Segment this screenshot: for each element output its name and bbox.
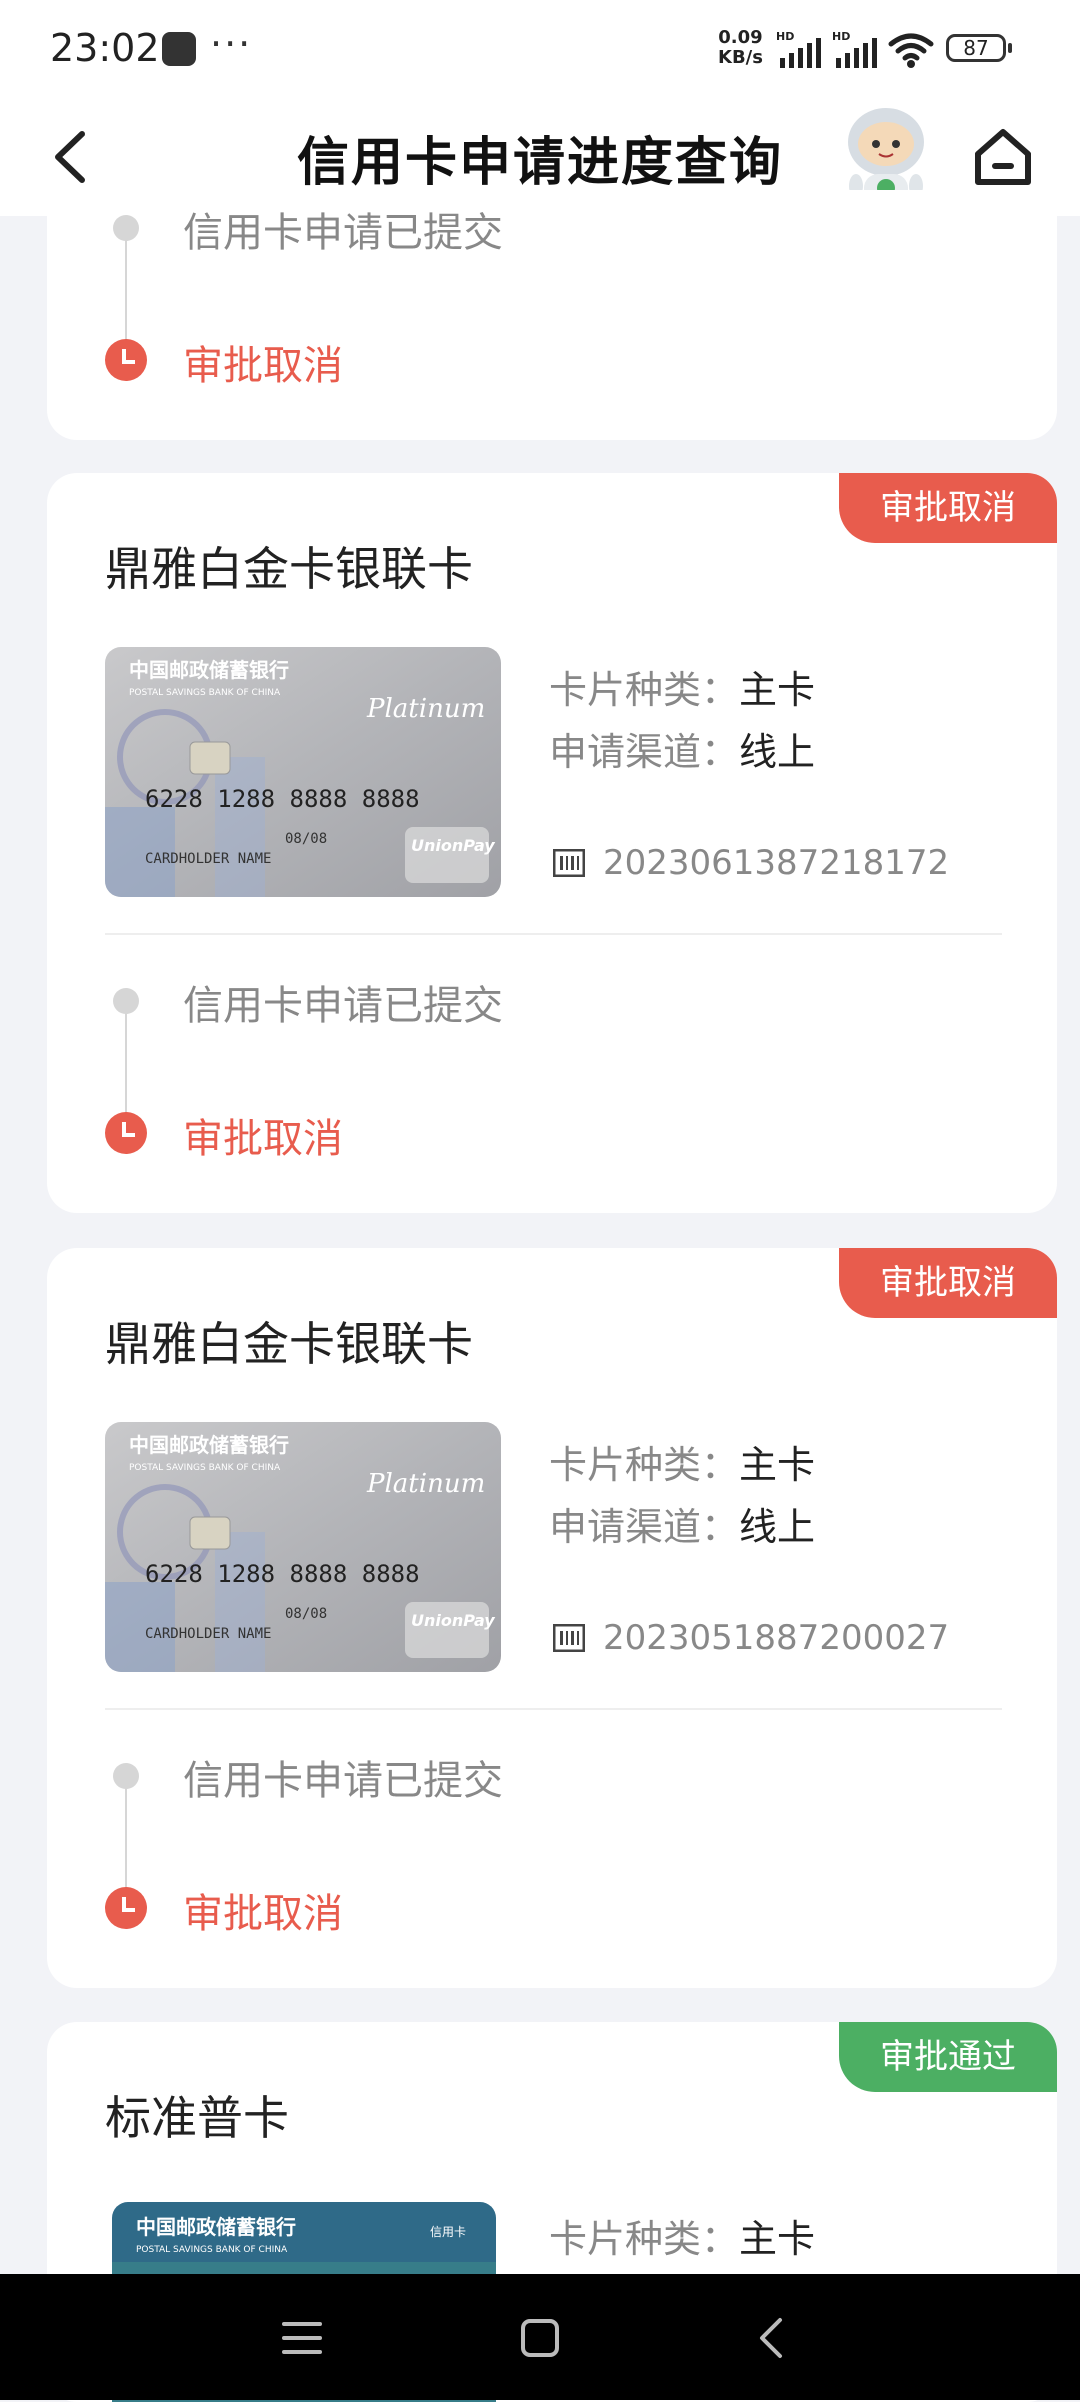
svg-text:HD: HD — [832, 30, 850, 43]
timeline-step-submitted: 信用卡申请已提交 — [183, 210, 503, 256]
channel-row: 申请渠道：线上 — [549, 1505, 816, 1549]
square-home-icon[interactable] — [512, 2310, 568, 2366]
divider — [105, 933, 1002, 935]
timeline-line — [125, 1013, 127, 1123]
card-type-row: 卡片种类：主卡 — [549, 2217, 816, 2261]
signal-icon: HD — [776, 30, 821, 68]
credit-card-image: 中国邮政储蓄银行 POSTAL SAVINGS BANK OF CHINA Pl… — [105, 647, 501, 897]
wifi-icon — [888, 33, 934, 68]
home-button[interactable] — [968, 122, 1038, 192]
svg-text:中国邮政储蓄银行: 中国邮政储蓄银行 — [136, 2215, 296, 2239]
svg-text:中国邮政储蓄银行: 中国邮政储蓄银行 — [129, 658, 289, 682]
svg-text:Platinum: Platinum — [366, 1469, 485, 1499]
svg-text:中国邮政储蓄银行: 中国邮政储蓄银行 — [129, 1433, 289, 1457]
application-card[interactable]: 审批取消 鼎雅白金卡银联卡 中国邮政储蓄银行 POSTAL SAVINGS BA… — [47, 473, 1057, 1213]
menu-icon[interactable] — [274, 2310, 330, 2366]
application-card-partial[interactable]: 信用卡申请已提交 审批取消 — [47, 190, 1057, 440]
net-speed: 0.09 KB/s — [718, 27, 763, 68]
svg-text:CARDHOLDER NAME: CARDHOLDER NAME — [145, 851, 271, 867]
svg-text:UnionPay: UnionPay — [411, 1611, 495, 1630]
application-number: 2023051887200027 — [553, 1618, 949, 1658]
svg-text:Platinum: Platinum — [366, 694, 485, 724]
svg-text:POSTAL SAVINGS BANK OF CHINA: POSTAL SAVINGS BANK OF CHINA — [129, 1463, 281, 1473]
timeline-step-cancelled: 审批取消 — [183, 1116, 343, 1162]
timeline-dot — [113, 1763, 139, 1789]
timeline-line — [125, 240, 127, 350]
divider — [105, 1708, 1002, 1710]
timeline-line — [125, 1788, 127, 1898]
svg-text:CARDHOLDER NAME: CARDHOLDER NAME — [145, 1626, 271, 1642]
system-navigation-bar — [0, 2274, 1080, 2400]
barcode-icon — [553, 849, 585, 877]
battery-indicator: 87 — [946, 34, 1012, 62]
barcode-icon — [553, 1624, 585, 1652]
clock-icon — [105, 339, 147, 381]
card-product-name: 标准普卡 — [105, 2091, 289, 2145]
status-badge: 审批取消 — [839, 1248, 1057, 1318]
svg-text:UnionPay: UnionPay — [411, 836, 495, 855]
clock-icon — [105, 1887, 147, 1929]
svg-text:6228 1288 8888 8888: 6228 1288 8888 8888 — [145, 785, 420, 813]
card-type-row: 卡片种类：主卡 — [549, 1443, 816, 1487]
timeline-step-cancelled: 审批取消 — [183, 343, 343, 389]
clock-icon — [105, 1112, 147, 1154]
svg-text:HD: HD — [776, 30, 794, 43]
status-badge: 审批取消 — [839, 473, 1057, 543]
card-product-name: 鼎雅白金卡银联卡 — [105, 542, 473, 596]
timeline-step-submitted: 信用卡申请已提交 — [183, 983, 503, 1029]
timeline-dot — [113, 215, 139, 241]
svg-text:POSTAL SAVINGS BANK OF CHINA: POSTAL SAVINGS BANK OF CHINA — [129, 688, 281, 698]
signal-icon: HD — [832, 30, 877, 68]
timeline-dot — [113, 988, 139, 1014]
card-product-name: 鼎雅白金卡银联卡 — [105, 1317, 473, 1371]
timeline-step-submitted: 信用卡申请已提交 — [183, 1758, 503, 1804]
application-card[interactable]: 审批取消 鼎雅白金卡银联卡 中国邮政储蓄银行 POSTAL SAVINGS BA… — [47, 1248, 1057, 1988]
status-bar: 23:02 ··· 0.09 KB/s HD HD 87 — [0, 0, 1080, 100]
svg-text:08/08: 08/08 — [285, 1606, 327, 1622]
back-triangle-icon[interactable] — [744, 2310, 800, 2366]
status-badge: 审批通过 — [839, 2022, 1057, 2092]
timeline-step-cancelled: 审批取消 — [183, 1891, 343, 1937]
svg-text:08/08: 08/08 — [285, 831, 327, 847]
more-notifications-icon: ··· — [210, 22, 253, 66]
application-number: 2023061387218172 — [553, 843, 949, 883]
credit-card-image: 中国邮政储蓄银行 POSTAL SAVINGS BANK OF CHINA Pl… — [105, 1422, 501, 1672]
channel-row: 申请渠道：线上 — [549, 730, 816, 774]
card-type-row: 卡片种类：主卡 — [549, 668, 816, 712]
notification-app-icon — [162, 32, 196, 66]
svg-text:6228 1288 8888 8888: 6228 1288 8888 8888 — [145, 1560, 420, 1588]
svg-text:POSTAL SAVINGS BANK OF CHINA: POSTAL SAVINGS BANK OF CHINA — [136, 2245, 288, 2255]
svg-text:信用卡: 信用卡 — [430, 2225, 466, 2239]
status-time: 23:02 — [50, 26, 160, 70]
